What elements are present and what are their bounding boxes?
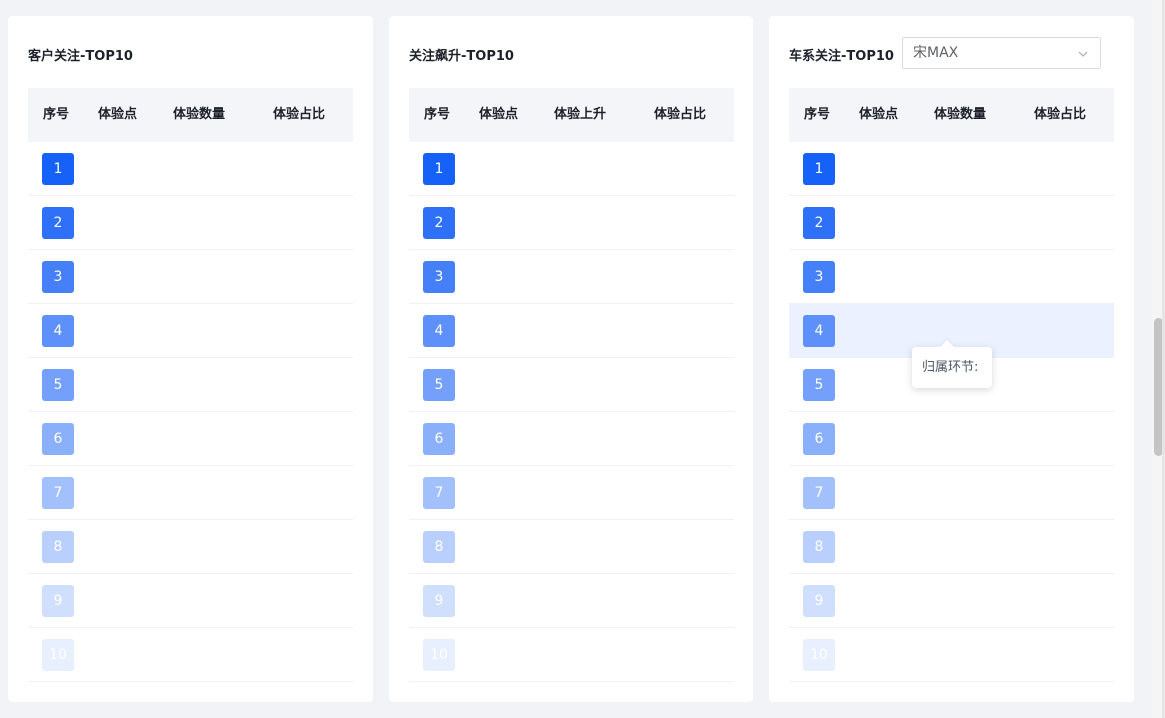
rank-badge: 6 <box>42 423 74 455</box>
table-row[interactable]: 10 <box>409 628 734 682</box>
tooltip-text: 归属环节: <box>922 360 979 375</box>
rank-badge: 10 <box>803 639 835 671</box>
rank-badge: 9 <box>42 585 74 617</box>
rank-badge: 1 <box>423 153 455 185</box>
rank-badge: 7 <box>42 477 74 509</box>
car-series-select[interactable]: 宋MAX <box>902 37 1101 69</box>
table-header: 序号 体验点 体验数量 体验占比 <box>28 88 353 142</box>
rank-badge: 6 <box>423 423 455 455</box>
table-row[interactable]: 10 <box>28 628 353 682</box>
table-row[interactable]: 10 <box>789 628 1114 682</box>
rank-badge: 7 <box>803 477 835 509</box>
rank-badge: 8 <box>423 531 455 563</box>
table-header: 序号 体验点 体验上升 体验占比 <box>409 88 734 142</box>
rank-badge: 8 <box>803 531 835 563</box>
table-row[interactable]: 6 <box>789 412 1114 466</box>
table-header: 序号 体验点 体验数量 体验占比 <box>789 88 1114 142</box>
table-row[interactable]: 8 <box>28 520 353 574</box>
rank-badge: 3 <box>42 261 74 293</box>
rank-badge: 1 <box>42 153 74 185</box>
table-row[interactable]: 4 <box>28 304 353 358</box>
rank-badge: 8 <box>42 531 74 563</box>
rank-badge: 10 <box>423 639 455 671</box>
rank-badge: 1 <box>803 153 835 185</box>
table-row[interactable]: 6 <box>409 412 734 466</box>
table-row[interactable]: 9 <box>409 574 734 628</box>
rank-badge: 2 <box>423 207 455 239</box>
table-row[interactable]: 3 <box>789 250 1114 304</box>
column-rank: 序号 <box>43 107 70 122</box>
column-experience-point: 体验点 <box>859 107 899 122</box>
table-row[interactable]: 9 <box>789 574 1114 628</box>
column-rank: 序号 <box>804 107 831 122</box>
table-row[interactable]: 5 <box>28 358 353 412</box>
table-row[interactable]: 7 <box>28 466 353 520</box>
rank-badge: 4 <box>42 315 74 347</box>
column-experience-value: 体验数量 <box>934 107 987 122</box>
table-row[interactable]: 1 <box>409 142 734 196</box>
column-experience-ratio: 体验占比 <box>654 107 707 122</box>
column-experience-ratio: 体验占比 <box>273 107 326 122</box>
table-row[interactable]: 2 <box>789 196 1114 250</box>
table-row[interactable]: 6 <box>28 412 353 466</box>
column-experience-ratio: 体验占比 <box>1034 107 1087 122</box>
table-row[interactable]: 8 <box>789 520 1114 574</box>
panel-title: 关注飙升-TOP10 <box>409 49 514 64</box>
chevron-down-icon[interactable] <box>1078 49 1088 59</box>
panel-title: 客户关注-TOP10 <box>28 49 133 64</box>
rank-badge: 4 <box>803 315 835 347</box>
table-row[interactable]: 7 <box>409 466 734 520</box>
rank-badge: 6 <box>803 423 835 455</box>
rising-focus-panel: 关注飙升-TOP10 序号 体验点 体验上升 体验占比 1 2 3 4 5 6 7 8 9 10 <box>389 16 753 702</box>
column-experience-value: 体验上升 <box>554 107 607 122</box>
customer-focus-panel: 客户关注-TOP10 序号 体验点 体验数量 体验占比 1 2 3 4 5 6 7 8 9 10 <box>8 16 373 702</box>
column-experience-point: 体验点 <box>479 107 519 122</box>
panel-title: 车系关注-TOP10 <box>789 49 894 64</box>
table-row[interactable]: 3 <box>28 250 353 304</box>
rank-badge: 7 <box>423 477 455 509</box>
rank-badge: 5 <box>423 369 455 401</box>
rank-badge: 3 <box>803 261 835 293</box>
rank-badge: 4 <box>423 315 455 347</box>
table-row[interactable]: 4 <box>409 304 734 358</box>
ranking-table: 序号 体验点 体验数量 体验占比 1 2 3 4 5 6 7 8 9 10 <box>28 88 353 682</box>
table-row[interactable]: 2 <box>28 196 353 250</box>
column-experience-point: 体验点 <box>98 107 138 122</box>
table-row[interactable]: 2 <box>409 196 734 250</box>
table-row[interactable]: 8 <box>409 520 734 574</box>
table-row[interactable]: 1 <box>28 142 353 196</box>
table-row[interactable]: 3 <box>409 250 734 304</box>
column-experience-value: 体验数量 <box>173 107 226 122</box>
table-row[interactable]: 9 <box>28 574 353 628</box>
rank-badge: 10 <box>42 639 74 671</box>
column-rank: 序号 <box>424 107 451 122</box>
row-tooltip: 归属环节: <box>912 339 992 388</box>
table-row[interactable]: 7 <box>789 466 1114 520</box>
rank-badge: 2 <box>803 207 835 239</box>
rank-badge: 2 <box>42 207 74 239</box>
car-series-select-value: 宋MAX <box>913 45 959 61</box>
rank-badge: 5 <box>803 369 835 401</box>
table-row[interactable]: 1 <box>789 142 1114 196</box>
rank-badge: 3 <box>423 261 455 293</box>
rank-badge: 9 <box>803 585 835 617</box>
table-row[interactable]: 5 <box>409 358 734 412</box>
rank-badge: 9 <box>423 585 455 617</box>
ranking-table: 序号 体验点 体验上升 体验占比 1 2 3 4 5 6 7 8 9 10 <box>409 88 734 682</box>
rank-badge: 5 <box>42 369 74 401</box>
